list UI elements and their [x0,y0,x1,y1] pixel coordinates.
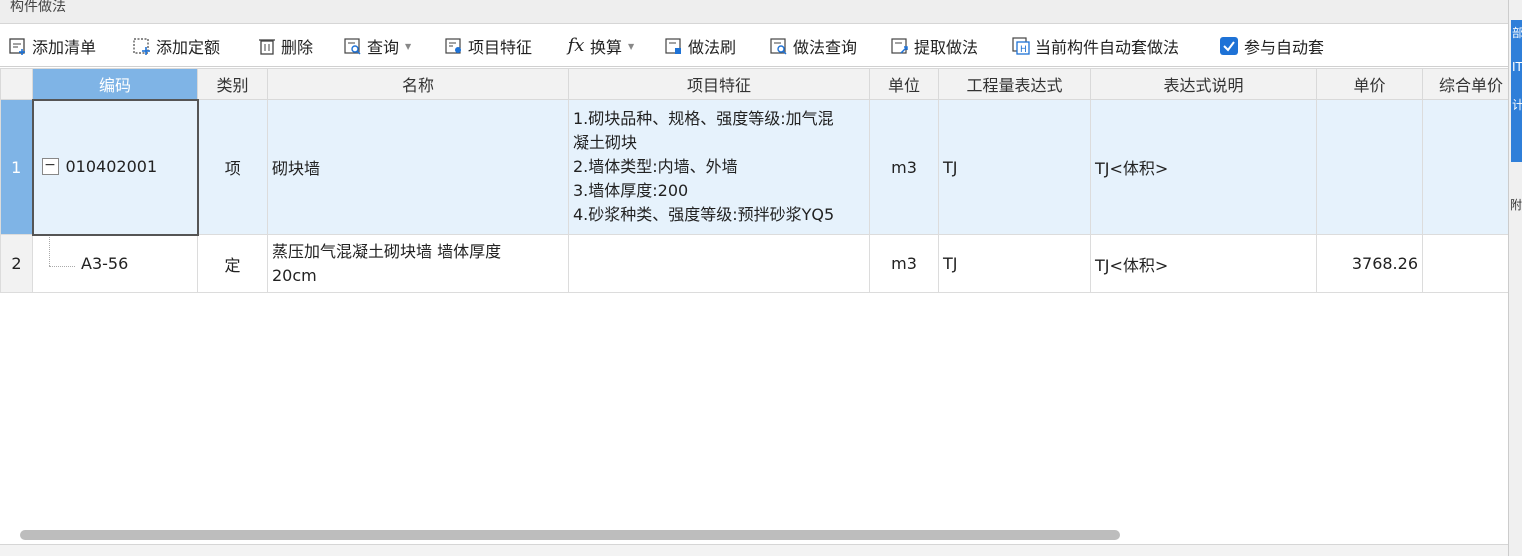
right-side-strip: 部 IT 计 附 [1508,0,1522,556]
convert-dropdown-button[interactable]: fx 换算 ▼ [566,34,635,58]
auto-apply-current-label: 当前构件自动套做法 [1035,38,1180,57]
name-line: 蒸压加气混凝土砌块墙 墙体厚度 [272,241,502,261]
name-cell[interactable]: 蒸压加气混凝土砌块墙 墙体厚度 20cm [267,234,569,293]
tree-connector [49,265,75,267]
method-query-icon [769,36,789,56]
features-cell[interactable] [568,234,870,293]
add-quota-icon [132,36,152,56]
add-quota-button[interactable]: 添加定额 [132,34,220,58]
auto-apply-current-button[interactable]: H 当前构件自动套做法 [1011,34,1179,58]
join-auto-apply-label: 参与自动套 [1244,38,1325,57]
code-cell[interactable]: − 010402001 [31,98,199,236]
method-query-button[interactable]: 做法查询 [769,34,857,58]
code-value: 010402001 [65,156,158,176]
code-cell[interactable]: A3-56 [32,234,198,293]
bottom-bar [0,544,1508,556]
add-quota-label: 添加定额 [156,38,221,57]
brush-icon [664,36,684,56]
price-cell[interactable]: 3768.26 [1316,234,1423,293]
delete-button[interactable]: 删除 [257,34,313,58]
query-label: 查询 [367,38,400,57]
convert-label: 换算 [590,38,623,57]
side-tab-glyph: IT [1512,60,1522,74]
extract-icon [890,36,910,56]
expression-desc-cell[interactable]: TJ<体积> [1090,99,1317,235]
unit-cell[interactable]: m3 [869,99,939,235]
total-price-cell[interactable] [1422,99,1508,235]
add-list-label: 添加清单 [32,38,97,57]
extract-method-button[interactable]: 提取做法 [890,34,978,58]
query-dropdown-button[interactable]: 查询 ▼ [343,34,411,58]
feature-line: 凝土砌块 [573,133,638,152]
name-line: 20cm [272,265,317,285]
feature-line: 3.墙体厚度:200 [573,181,689,200]
table-header-row: 编码 类别 名称 项目特征 单位 工程量表达式 表达式说明 单价 综合单价 [0,68,1508,100]
tree-connector [49,235,50,266]
side-tab[interactable]: 部 IT 计 [1511,20,1522,162]
delete-label: 删除 [281,38,314,57]
column-header-price[interactable]: 单价 [1316,68,1423,100]
column-header-expression-desc[interactable]: 表达式说明 [1090,68,1317,100]
feature-line: 1.砌块品种、规格、强度等级:加气混 [573,109,834,128]
column-header-code[interactable]: 编码 [32,68,198,100]
item-feature-label: 项目特征 [468,38,533,57]
expression-desc-cell[interactable]: TJ<体积> [1090,234,1317,293]
trash-icon [257,36,277,56]
method-brush-button[interactable]: 做法刷 [664,34,736,58]
side-tab-glyph: 计 [1512,98,1522,112]
feature-line: 4.砂浆种类、强度等级:预拌砂浆YQ5 [573,205,835,224]
price-cell[interactable] [1316,99,1423,235]
panel-title: 构件做法 [10,0,66,15]
panel-title-bar: 构件做法 [0,0,1508,24]
svg-text:H: H [1020,45,1027,55]
column-header-total-price[interactable]: 综合单价 [1422,68,1508,100]
row-number[interactable]: 1 [0,99,33,235]
column-header-expression[interactable]: 工程量表达式 [938,68,1091,100]
name-cell[interactable]: 砌块墙 [267,99,569,235]
method-grid: 编码 类别 名称 项目特征 单位 工程量表达式 表达式说明 单价 综合单价 1 [0,68,1508,544]
side-glyph: 附 [1510,198,1522,212]
unit-cell[interactable]: m3 [869,234,939,293]
method-query-label: 做法查询 [793,38,858,57]
row-number[interactable]: 2 [0,234,33,293]
row-number-header [0,68,33,100]
join-auto-apply-checkbox[interactable]: 参与自动套 [1220,34,1324,58]
code-value: A3-56 [81,253,129,273]
table-row[interactable]: 1 − 010402001 项 砌块墙 1.砌块品种、规格、强度等级:加气混 凝… [0,98,1508,236]
type-cell[interactable]: 定 [197,234,268,293]
method-table: 编码 类别 名称 项目特征 单位 工程量表达式 表达式说明 单价 综合单价 1 [0,68,1508,293]
type-cell[interactable]: 项 [197,99,268,235]
extract-method-label: 提取做法 [914,38,979,57]
column-header-type[interactable]: 类别 [197,68,268,100]
column-header-features[interactable]: 项目特征 [568,68,870,100]
total-price-cell[interactable] [1422,234,1508,293]
expression-cell[interactable]: TJ [938,99,1091,235]
column-header-name[interactable]: 名称 [267,68,569,100]
column-header-unit[interactable]: 单位 [869,68,939,100]
horizontal-scrollbar[interactable] [0,526,1508,544]
side-tab-glyph: 部 [1512,26,1522,40]
scrollbar-thumb[interactable] [20,530,1120,540]
chevron-down-icon: ▼ [405,41,412,51]
chevron-down-icon: ▼ [628,41,635,51]
query-icon [343,36,363,56]
app-window: 构件做法 添加清单 添加定额 删除 查询 ▼ 项目特征 fx 换算 ▼ 做法刷 … [0,0,1522,556]
add-list-button[interactable]: 添加清单 [8,34,96,58]
auto-apply-icon: H [1011,36,1031,56]
feature-line: 2.墙体类型:内墙、外墙 [573,157,738,176]
collapse-icon[interactable]: − [41,158,59,175]
expression-cell[interactable]: TJ [938,234,1091,293]
features-cell[interactable]: 1.砌块品种、规格、强度等级:加气混 凝土砌块 2.墙体类型:内墙、外墙 3.墙… [568,99,870,235]
add-list-icon [8,36,28,56]
toolbar: 添加清单 添加定额 删除 查询 ▼ 项目特征 fx 换算 ▼ 做法刷 做法查询 … [0,25,1508,67]
checkbox-checked-icon[interactable] [1220,37,1238,55]
item-feature-button[interactable]: 项目特征 [444,34,532,58]
function-icon: fx [567,35,585,56]
method-brush-label: 做法刷 [688,38,737,57]
table-row[interactable]: 2 A3-56 定 蒸压加气混凝土砌块墙 墙体厚度 20cm m3 TJ TJ<… [0,234,1508,293]
item-feature-icon [444,36,464,56]
